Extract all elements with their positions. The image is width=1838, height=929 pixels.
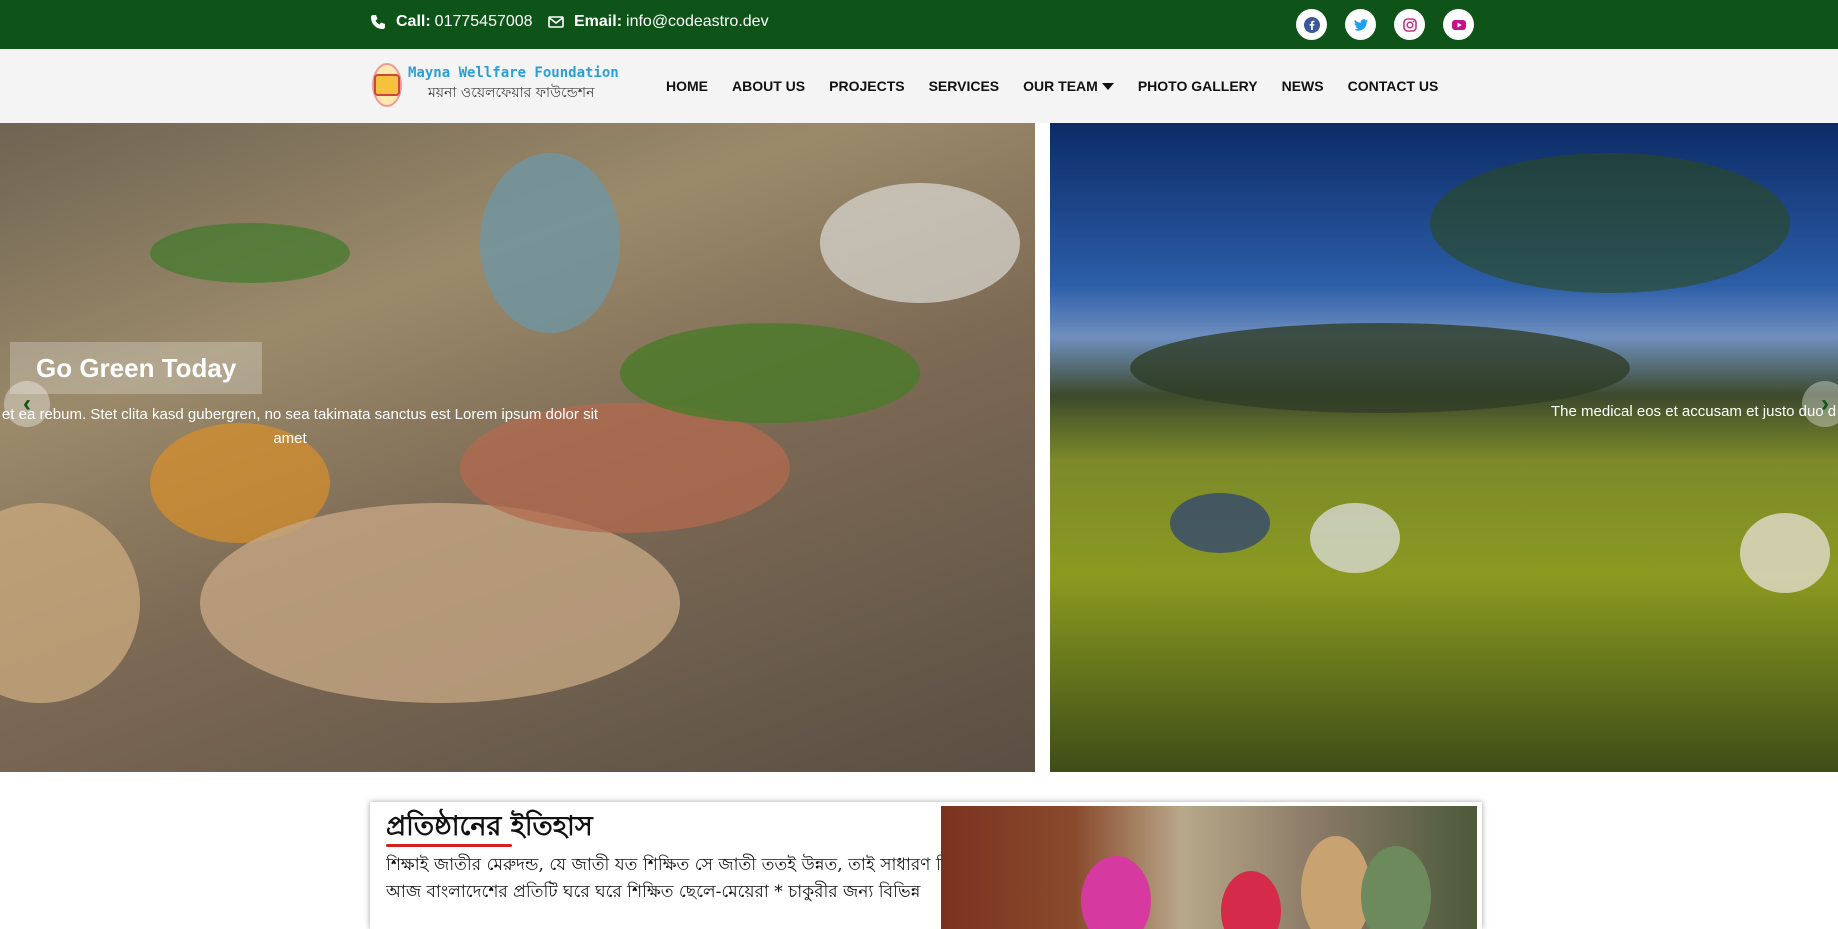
nav-item-photo-gallery[interactable]: PHOTO GALLERY [1138, 78, 1258, 94]
history-section: প্রতিষ্ঠানের ইতিহাস শিক্ষাই জাতীর মেরুদন… [370, 802, 1482, 929]
photo-element [1301, 836, 1371, 929]
slide-caption: The medical eos et accusam et justo duo … [1551, 403, 1837, 420]
photo-element [1221, 871, 1281, 929]
envelope-icon [548, 15, 564, 28]
hero-carousel[interactable]: Go Green Today es et ea rebum. Stet clit… [0, 123, 1838, 772]
photo-element [0, 503, 140, 703]
chevron-left-icon: ‹ [23, 390, 31, 417]
twitter-icon[interactable] [1345, 9, 1376, 40]
site-logo[interactable]: Mayna Wellfare Foundation ময়না ওয়েলফেয… [372, 60, 619, 110]
logo-text: Mayna Wellfare Foundation ময়না ওয়েলফেয… [408, 65, 619, 105]
nav-item-contact-us[interactable]: CONTACT US [1348, 78, 1439, 94]
logo-title-en: Mayna Wellfare Foundation [408, 65, 619, 81]
nav-item-about-us[interactable]: ABOUT US [732, 78, 805, 94]
nav-item-our-team-label: OUR TEAM [1023, 78, 1098, 94]
photo-element [1310, 503, 1400, 573]
nav-menu: HOME ABOUT US PROJECTS SERVICES OUR TEAM… [666, 49, 1462, 123]
slide-caption: es et ea rebum. Stet clita kasd gubergre… [0, 406, 599, 447]
title-underline [386, 844, 512, 847]
photo-element [820, 183, 1020, 303]
carousel-slide-field: The medical eos et accusam et justo duo … [1050, 123, 1838, 772]
chevron-right-icon: › [1821, 390, 1829, 417]
email-label: Email: [574, 12, 623, 30]
photo-element [150, 223, 350, 283]
contact-email[interactable]: Email: info@codeastro.dev [548, 0, 769, 43]
photo-element [480, 153, 620, 333]
social-links [1296, 9, 1474, 40]
carousel-prev-button[interactable]: ‹ [4, 381, 50, 427]
photo-element [620, 323, 920, 423]
photo-element [1361, 846, 1431, 929]
phone-icon [371, 14, 385, 29]
logo-emblem-icon [372, 63, 402, 107]
slide-title: Go Green Today [10, 342, 263, 394]
facebook-icon[interactable] [1296, 9, 1327, 40]
top-bar: Call: 01775457008 Email: info@codeastro.… [0, 0, 1838, 49]
call-label: Call: [396, 12, 431, 30]
call-number[interactable]: 01775457008 [435, 13, 533, 31]
contact-call[interactable]: Call: 01775457008 [370, 0, 533, 43]
youtube-icon[interactable] [1443, 9, 1474, 40]
logo-title-bn: ময়না ওয়েলফেয়ার ফাউন্ডেশন [428, 85, 595, 101]
email-address[interactable]: info@codeastro.dev [626, 13, 769, 31]
photo-element [1130, 323, 1630, 413]
nav-item-projects[interactable]: PROJECTS [829, 78, 904, 94]
photo-element [1170, 493, 1270, 553]
carousel-slide-market: Go Green Today es et ea rebum. Stet clit… [0, 123, 1035, 772]
photo-element [200, 503, 680, 703]
nav-item-home[interactable]: HOME [666, 78, 708, 94]
photo-element [1081, 856, 1151, 929]
photo-element [1740, 513, 1830, 593]
instagram-icon[interactable] [1394, 9, 1425, 40]
history-photo [941, 806, 1477, 929]
photo-element [1430, 153, 1790, 293]
nav-item-news[interactable]: NEWS [1282, 78, 1324, 94]
nav-item-our-team[interactable]: OUR TEAM [1023, 78, 1114, 94]
main-navbar: Mayna Wellfare Foundation ময়না ওয়েলফেয… [0, 49, 1838, 123]
caret-down-icon [1101, 82, 1114, 90]
nav-item-services[interactable]: SERVICES [929, 78, 1000, 94]
